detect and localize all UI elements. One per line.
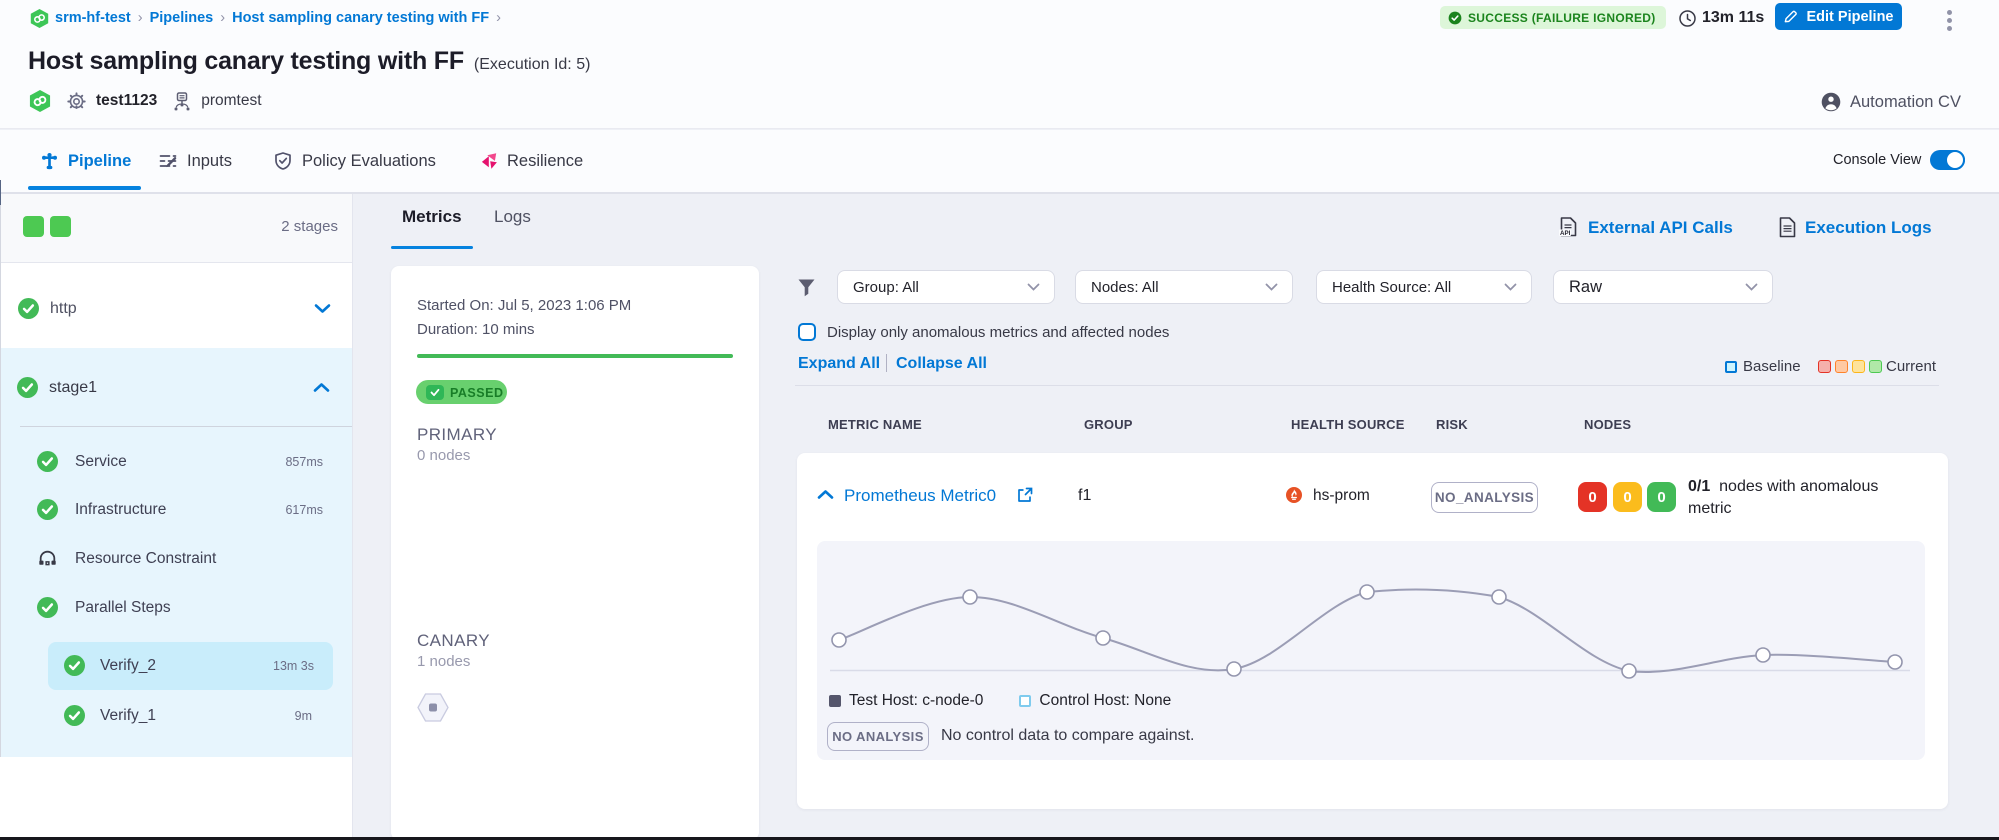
svg-text:API: API <box>1560 230 1571 237</box>
